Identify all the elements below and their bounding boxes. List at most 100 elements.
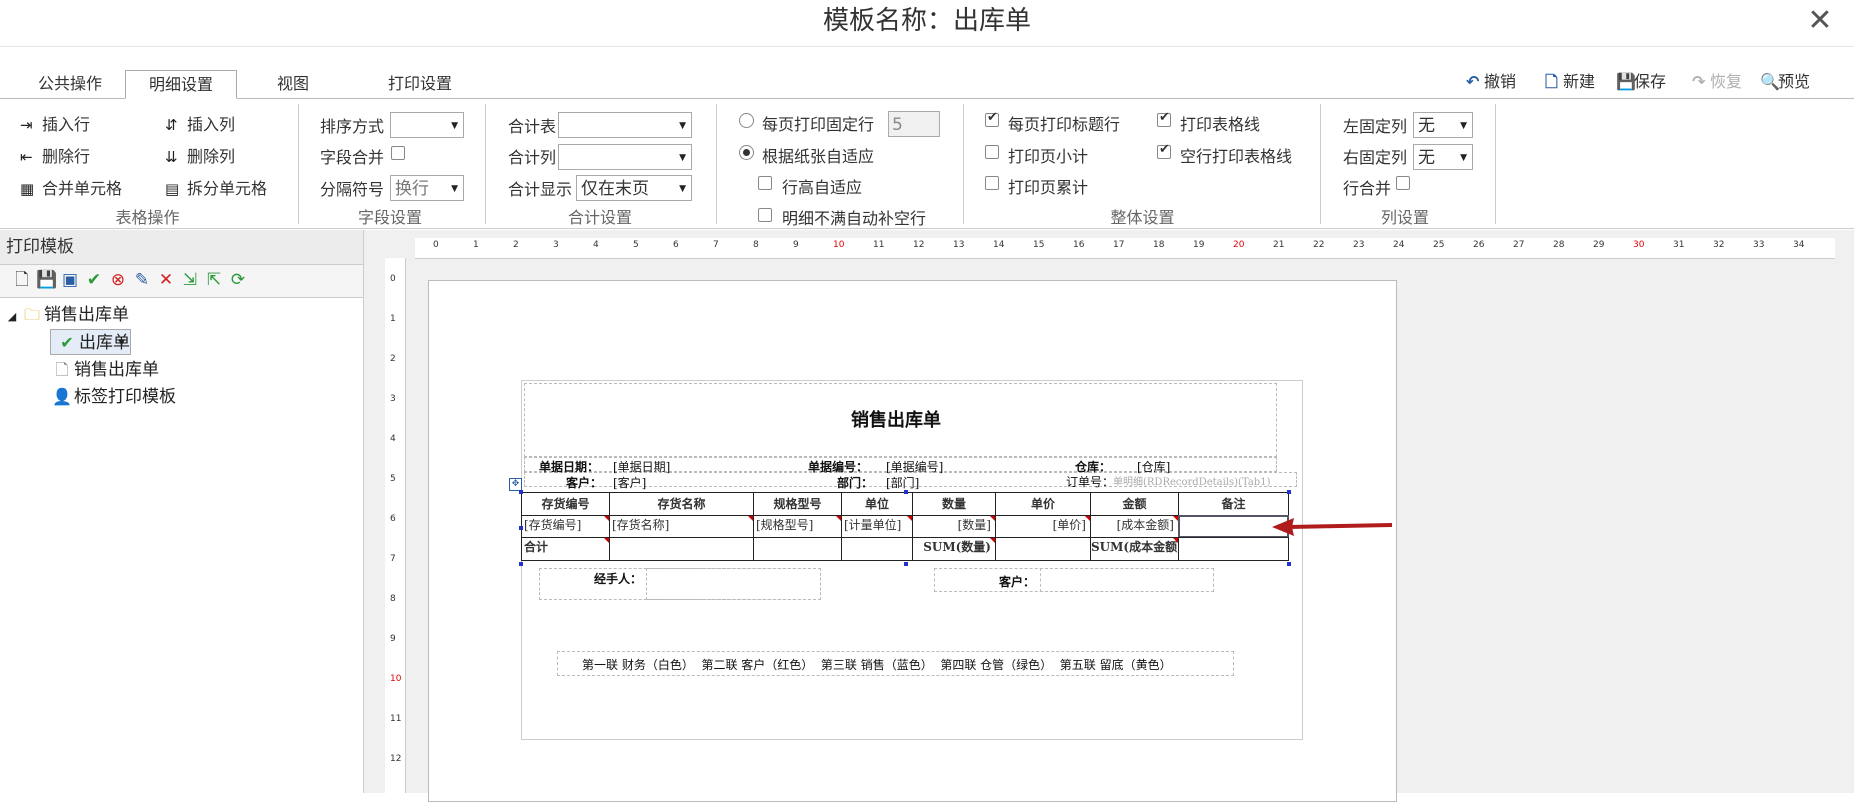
insert-row-button[interactable]: ⇥ 插入行 <box>20 113 90 137</box>
print-grid-lines-checkbox[interactable] <box>1157 110 1171 127</box>
footer-customer-value-box[interactable] <box>1040 568 1214 592</box>
delete-row-button[interactable]: ⇤ 删除行 <box>20 145 90 169</box>
import-template-icon[interactable]: ⇲ <box>180 269 200 291</box>
edit-template-icon[interactable]: ✎ <box>132 269 152 291</box>
total-cell-price[interactable] <box>995 537 1091 561</box>
print-empty-row-lines-checkbox[interactable] <box>1157 142 1171 159</box>
handler-value-box[interactable] <box>646 568 821 600</box>
col-header-qty[interactable]: 数量 <box>912 492 996 516</box>
print-page-cumulative-checkbox[interactable] <box>985 176 999 190</box>
selection-handle[interactable] <box>519 562 523 566</box>
selection-handle[interactable] <box>519 526 523 530</box>
footer-customer-label[interactable]: 客户： <box>999 573 1035 590</box>
col-header-name[interactable]: 存货名称 <box>609 492 754 516</box>
total-cell-remark[interactable] <box>1178 537 1289 561</box>
detail-cell-spec[interactable]: [规格型号] <box>753 515 842 538</box>
date-field[interactable]: [单据日期] <box>613 458 670 475</box>
detail-cell-qty[interactable]: [数量] <box>912 515 996 538</box>
fill-empty-rows-checkbox[interactable] <box>758 208 772 222</box>
redo-button[interactable]: ↷ 恢复 <box>1692 70 1742 94</box>
new-button[interactable]: 🗋 新建 <box>1545 70 1595 94</box>
col-header-code[interactable]: 存货编号 <box>521 492 610 516</box>
dept-field[interactable]: [部门] <box>886 474 919 491</box>
total-column-select[interactable] <box>558 144 692 171</box>
tree-item-sales-outbound[interactable]: 🗋 销售出库单 <box>50 357 159 383</box>
total-table-select[interactable] <box>558 112 692 139</box>
separator-select[interactable]: 换行 <box>390 175 464 202</box>
apply-template-icon[interactable]: ✔ <box>84 269 104 291</box>
selection-handle[interactable] <box>904 562 908 566</box>
order-label[interactable]: 订单号： <box>1066 473 1114 490</box>
selection-handle[interactable] <box>1287 490 1291 494</box>
sort-select[interactable] <box>390 112 464 139</box>
total-cell-spec[interactable] <box>753 537 842 561</box>
print-page-subtotal-checkbox[interactable] <box>985 145 999 159</box>
row-merge-checkbox[interactable] <box>1396 176 1410 190</box>
number-field[interactable]: [单据编号] <box>886 458 943 475</box>
undo-button[interactable]: ↶ 撤销 <box>1466 70 1516 94</box>
auto-fit-radio[interactable] <box>739 145 754 160</box>
total-cell-label[interactable]: 合计 <box>521 537 610 561</box>
col-header-spec[interactable]: 规格型号 <box>753 492 842 516</box>
right-fixed-select[interactable]: 无 <box>1413 144 1473 171</box>
save-template-icon[interactable]: 💾 <box>36 269 57 291</box>
refresh-template-icon[interactable]: ⟳ <box>228 269 248 291</box>
selection-handle[interactable] <box>519 490 523 494</box>
save-button[interactable]: 💾保存 <box>1616 70 1666 94</box>
left-fixed-select[interactable]: 无 <box>1413 112 1473 139</box>
detail-cell-name[interactable]: [存货名称] <box>609 515 754 538</box>
close-icon[interactable]: ✕ <box>1800 4 1840 38</box>
disable-template-icon[interactable]: ⊗ <box>108 269 128 291</box>
insert-column-button[interactable]: ⇵ 插入列 <box>165 113 235 137</box>
print-title-each-page-checkbox[interactable] <box>985 110 999 127</box>
tab-view[interactable]: 视图 <box>258 70 328 96</box>
order-field[interactable]: 单明细(RDRecordDetails)(Tab1) <box>1113 473 1270 488</box>
total-cell-unit[interactable] <box>841 537 913 561</box>
tree-item-outbound[interactable]: ✔ 出库单 <box>50 329 131 356</box>
export-template-icon[interactable]: ⇱ <box>204 269 224 291</box>
fixed-rows-input[interactable]: 5 <box>888 111 940 137</box>
expand-arrow-icon[interactable]: ◢ <box>4 304 20 330</box>
ruler-tick-label: 10 <box>390 674 402 684</box>
selection-handle[interactable] <box>1287 562 1291 566</box>
detail-cell-amount[interactable]: [成本金额] <box>1090 515 1179 538</box>
merge-cells-button[interactable]: ▦ 合并单元格 <box>20 177 122 201</box>
customer-field[interactable]: [客户] <box>613 474 646 491</box>
row-height-auto-checkbox[interactable] <box>758 176 772 190</box>
total-cell-qty[interactable]: SUM(数量) <box>912 537 996 561</box>
new-template-icon[interactable]: 🗋 <box>12 269 32 291</box>
dept-label[interactable]: 部门： <box>837 474 873 491</box>
tab-common-operations[interactable]: 公共操作 <box>30 70 110 96</box>
tab-print-settings[interactable]: 打印设置 <box>365 70 475 96</box>
save-as-icon[interactable]: ▣ <box>60 269 80 291</box>
split-cells-button[interactable]: ▤ 拆分单元格 <box>165 177 267 201</box>
selection-handle[interactable] <box>904 490 908 494</box>
total-display-select[interactable]: 仅在末页 <box>576 175 692 202</box>
col-header-unit[interactable]: 单位 <box>841 492 913 516</box>
col-header-remark[interactable]: 备注 <box>1178 492 1289 516</box>
tab-detail-settings[interactable]: 明细设置 <box>125 70 237 99</box>
number-label[interactable]: 单据编号： <box>808 458 868 475</box>
preview-button[interactable]: 🔍预览 <box>1760 70 1810 94</box>
copies-note[interactable]: 第一联 财务（白色） 第二联 客户（红色） 第三联 销售（蓝色） 第四联 仓管（… <box>582 656 1172 673</box>
date-label[interactable]: 单据日期： <box>539 458 599 475</box>
field-merge-checkbox[interactable] <box>391 146 405 160</box>
col-header-amount[interactable]: 金额 <box>1090 492 1179 516</box>
detail-cell-code[interactable]: [存货编号] <box>521 515 610 538</box>
sort-label: 排序方式 <box>320 117 385 136</box>
tree-item-label-print[interactable]: 👤 标签打印模板 <box>50 384 176 410</box>
detail-cell-unit[interactable]: [计量单位] <box>841 515 913 538</box>
ruler-tick-label: 3 <box>390 394 396 404</box>
fixed-rows-radio[interactable] <box>739 113 754 128</box>
handler-label[interactable]: 经手人： <box>594 570 642 587</box>
detail-cell-price[interactable]: [单价] <box>995 515 1091 538</box>
total-cell-name[interactable] <box>609 537 754 561</box>
delete-template-icon[interactable]: ✕ <box>156 269 176 291</box>
ruler-tick-label: 5 <box>633 240 639 250</box>
total-cell-amount[interactable]: SUM(成本金额) <box>1090 537 1179 561</box>
new-doc-icon: 🗋 <box>1545 72 1558 91</box>
tree-root-node[interactable]: ◢ 🗀 销售出库单 <box>4 302 129 328</box>
delete-column-button[interactable]: ⇊ 删除列 <box>165 145 235 169</box>
col-header-price[interactable]: 单价 <box>995 492 1091 516</box>
customer-label[interactable]: 客户： <box>566 474 602 491</box>
